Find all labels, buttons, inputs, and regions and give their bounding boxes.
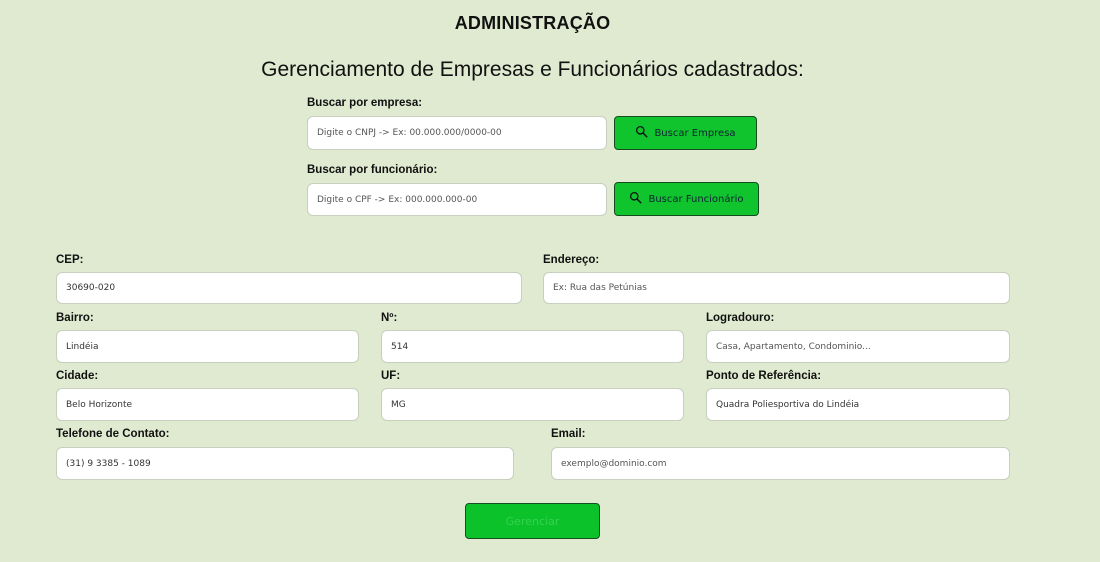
logradouro-field[interactable]: Casa, Apartamento, Condominio... <box>706 330 1010 363</box>
cidade-field[interactable]: Belo Horizonte <box>56 388 359 421</box>
cep-label: CEP: <box>56 254 84 266</box>
search-employee-button[interactable]: Buscar Funcionário <box>614 182 759 216</box>
search-icon <box>635 125 648 141</box>
numero-label: Nº: <box>381 312 398 324</box>
uf-field[interactable]: MG <box>381 388 684 421</box>
search-company-button-label: Buscar Empresa <box>654 127 736 139</box>
page-title: ADMINISTRAÇÃO <box>454 13 611 33</box>
gerenciar-button[interactable]: Gerenciar <box>465 503 600 539</box>
endereco-label: Endereço: <box>543 254 600 266</box>
numero-field[interactable]: 514 <box>381 330 684 363</box>
bairro-field[interactable]: Lindéia <box>56 330 359 363</box>
referencia-field[interactable]: Quadra Poliesportiva do Lindéia <box>706 388 1010 421</box>
telefone-label: Telefone de Contato: <box>56 428 170 440</box>
referencia-label: Ponto de Referência: <box>706 370 822 382</box>
cpf-search-input[interactable]: Digite o CPF -> Ex: 000.000.000-00 <box>307 183 607 216</box>
gerenciar-button-label: Gerenciar <box>505 514 560 528</box>
cidade-label: Cidade: <box>56 370 99 382</box>
email-field[interactable]: exemplo@dominio.com <box>551 447 1010 480</box>
email-label: Email: <box>551 428 586 440</box>
page-subtitle: Gerenciamento de Empresas e Funcionários… <box>261 58 804 81</box>
bairro-label: Bairro: <box>56 312 94 324</box>
search-company-button[interactable]: Buscar Empresa <box>614 116 757 150</box>
employee-search-label: Buscar por funcionário: <box>307 164 438 176</box>
endereco-field[interactable]: Ex: Rua das Petúnias <box>543 272 1010 304</box>
search-icon <box>629 191 642 207</box>
uf-label: UF: <box>381 370 401 382</box>
cnpj-search-input[interactable]: Digite o CNPJ -> Ex: 00.000.000/0000-00 <box>307 116 607 150</box>
cep-field[interactable]: 30690-020 <box>56 272 522 304</box>
telefone-field[interactable]: (31) 9 3385 - 1089 <box>56 447 514 480</box>
company-search-label: Buscar por empresa: <box>307 97 423 109</box>
logradouro-label: Logradouro: <box>706 312 775 324</box>
search-employee-button-label: Buscar Funcionário <box>648 193 744 205</box>
